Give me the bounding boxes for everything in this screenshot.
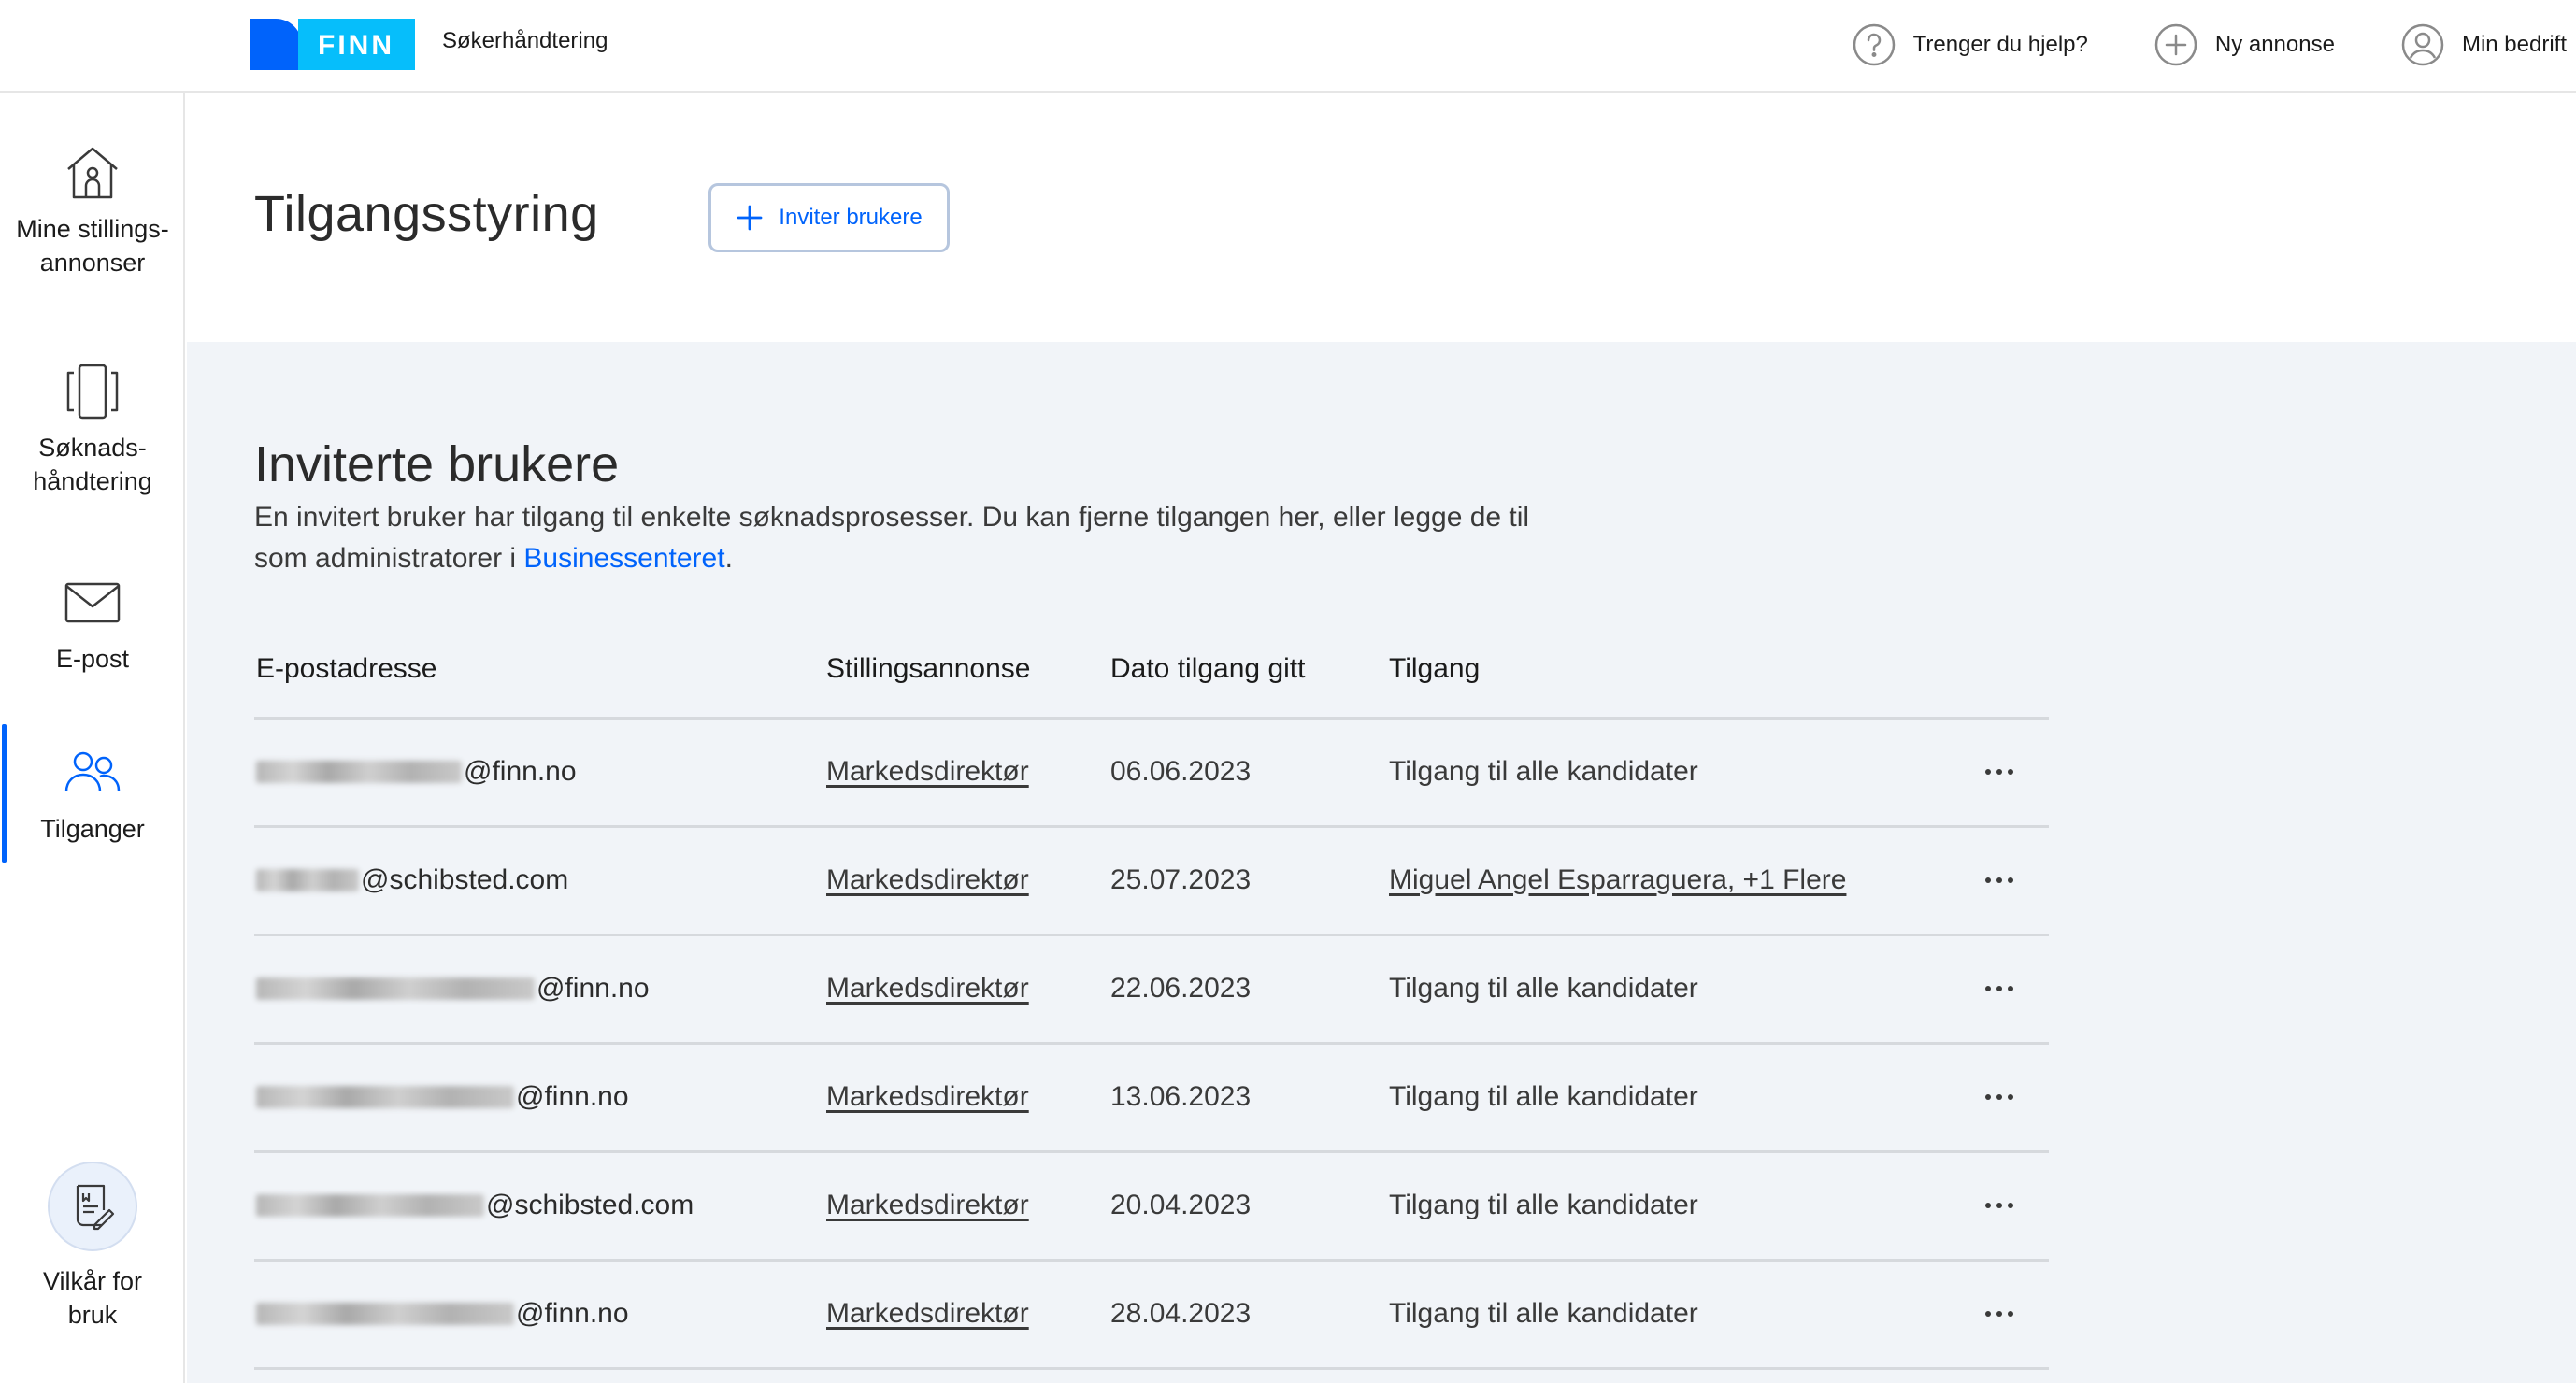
sidebar-item-access[interactable]: Tilganger: [0, 724, 185, 863]
redacted-email-local: [256, 977, 535, 1000]
header-email: E-postadresse: [254, 622, 826, 720]
email-domain: @finn.no: [516, 1081, 629, 1112]
invite-users-button[interactable]: Inviter brukere: [708, 183, 950, 252]
section-title: Inviterte brukere: [254, 436, 620, 492]
access-cell: Tilgang til alle kandidater: [1389, 718, 1968, 828]
user-circle-icon: [2401, 23, 2444, 66]
header-date: Dato tilgang gitt: [1110, 622, 1389, 720]
sidebar-item-label: Søknads-håndtering: [33, 434, 152, 495]
table-row: @finn.no Markedsdirektør 22.06.2023 Tilg…: [254, 934, 2049, 1045]
more-options-icon[interactable]: [1968, 769, 2049, 775]
sidebar-item-label: Tilganger: [40, 815, 145, 843]
date-cell: 25.07.2023: [1110, 826, 1389, 936]
table-row: @finn.no Markedsdirektør 06.06.2023 Tilg…: [254, 718, 2049, 828]
email-domain: @finn.no: [464, 756, 577, 787]
header-job-ad: Stillingsannonse: [826, 622, 1110, 720]
date-cell: 28.04.2023: [1110, 1260, 1389, 1370]
app-name: Søkerhåndtering: [442, 28, 608, 53]
email-domain: @finn.no: [516, 1298, 629, 1329]
table-row: @schibsted.com Markedsdirektør 20.04.202…: [254, 1151, 2049, 1262]
plus-circle-icon: [2154, 23, 2197, 66]
redacted-email-local: [256, 1194, 484, 1217]
document-sign-icon: [76, 1184, 115, 1231]
sidebar-item-applications[interactable]: Søknads-håndtering: [0, 360, 185, 498]
sidebar-item-terms[interactable]: Vilkår for bruk: [0, 1162, 185, 1332]
date-cell: 20.04.2023: [1110, 1151, 1389, 1262]
more-options-icon[interactable]: [1968, 986, 2049, 991]
company-label: Min bedrift: [2461, 32, 2567, 57]
job-ad-link[interactable]: Markedsdirektør: [826, 1190, 1029, 1220]
sidebar-item-label: Mine stillings-annonser: [16, 215, 169, 277]
date-cell: 13.06.2023: [1110, 1043, 1389, 1153]
header-access: Tilgang: [1389, 622, 1968, 720]
businessenteret-link[interactable]: Businessenteret: [523, 543, 724, 574]
top-header: FINN Søkerhåndtering Trenger du hjelp? N…: [0, 0, 2576, 93]
description-text: En invitert bruker har tilgang til enkel…: [254, 502, 1530, 574]
email-domain: @finn.no: [537, 973, 650, 1004]
house-user-icon: [67, 147, 118, 199]
email-cell: @finn.no: [256, 1081, 826, 1113]
email-cell: @finn.no: [256, 973, 826, 1005]
logo-text: FINN: [318, 30, 394, 61]
table-row: @finn.no Markedsdirektør 28.04.2023 Tilg…: [254, 1260, 2049, 1370]
email-cell: @schibsted.com: [256, 1190, 826, 1221]
job-ad-link[interactable]: Markedsdirektør: [826, 973, 1029, 1004]
sidebar: Mine stillings-annonser Søknads-håndteri…: [0, 93, 185, 1383]
access-cell: Tilgang til alle kandidater: [1389, 934, 1968, 1045]
more-options-icon[interactable]: [1968, 877, 2049, 883]
sidebar-item-email[interactable]: E-post: [0, 571, 185, 676]
access-cell: Tilgang til alle kandidater: [1389, 1043, 1968, 1153]
question-icon: [1853, 23, 1895, 66]
header-actions: [1968, 622, 2049, 720]
redacted-email-local: [256, 1303, 514, 1325]
job-ad-link[interactable]: Markedsdirektør: [826, 1298, 1029, 1329]
email-domain: @schibsted.com: [486, 1190, 694, 1220]
envelope-icon: [64, 582, 121, 623]
invited-users-section: Inviterte brukere En invitert bruker har…: [187, 342, 2576, 1383]
access-cell: Tilgang til alle kandidater: [1389, 1151, 1968, 1262]
plus-icon: [737, 205, 763, 231]
job-ad-link[interactable]: Markedsdirektør: [826, 864, 1029, 895]
email-cell: @schibsted.com: [256, 864, 826, 896]
help-link[interactable]: Trenger du hjelp?: [1852, 22, 2088, 67]
redacted-email-local: [256, 1086, 514, 1108]
new-ad-link[interactable]: Ny annonse: [2154, 22, 2335, 67]
section-description: En invitert bruker har tilgang til enkel…: [254, 497, 1581, 579]
email-domain: @schibsted.com: [361, 864, 569, 895]
new-ad-label: Ny annonse: [2214, 32, 2335, 57]
terms-icon-circle: [48, 1162, 137, 1251]
page-title: Tilgangsstyring: [254, 186, 599, 242]
more-options-icon[interactable]: [1968, 1203, 2049, 1208]
more-options-icon[interactable]: [1968, 1311, 2049, 1317]
users-icon: [64, 751, 121, 792]
invited-users-table: E-postadresse Stillingsannonse Dato tilg…: [254, 622, 2049, 1370]
top-actions: Trenger du hjelp? Ny annonse Min bedrift: [1852, 17, 2567, 73]
table-row: @finn.no Markedsdirektør 13.06.2023 Tilg…: [254, 1043, 2049, 1153]
email-cell: @finn.no: [256, 756, 826, 788]
table-row: @schibsted.com Markedsdirektør 25.07.202…: [254, 826, 2049, 936]
access-candidates-link[interactable]: Miguel Angel Esparraguera, +1 Flere: [1389, 864, 1846, 895]
access-cell: Tilgang til alle kandidater: [1389, 1260, 1968, 1370]
more-options-icon[interactable]: [1968, 1094, 2049, 1100]
email-cell: @finn.no: [256, 1298, 826, 1330]
help-label: Trenger du hjelp?: [1912, 32, 2088, 57]
company-link[interactable]: Min bedrift: [2400, 22, 2567, 67]
redacted-email-local: [256, 761, 462, 783]
sidebar-item-job-ads[interactable]: Mine stillings-annonser: [0, 141, 185, 279]
table-header-row: E-postadresse Stillingsannonse Dato tilg…: [254, 622, 2049, 720]
job-ad-link[interactable]: Markedsdirektør: [826, 756, 1029, 787]
cards-icon: [66, 364, 119, 420]
date-cell: 22.06.2023: [1110, 934, 1389, 1045]
description-end: .: [724, 543, 733, 574]
sidebar-item-label: E-post: [55, 645, 130, 673]
invite-users-label: Inviter brukere: [779, 205, 923, 230]
finn-logo[interactable]: FINN: [250, 19, 415, 70]
sidebar-item-label: Vilkår for bruk: [42, 1267, 143, 1329]
date-cell: 06.06.2023: [1110, 718, 1389, 828]
job-ad-link[interactable]: Markedsdirektør: [826, 1081, 1029, 1112]
redacted-email-local: [256, 869, 359, 891]
